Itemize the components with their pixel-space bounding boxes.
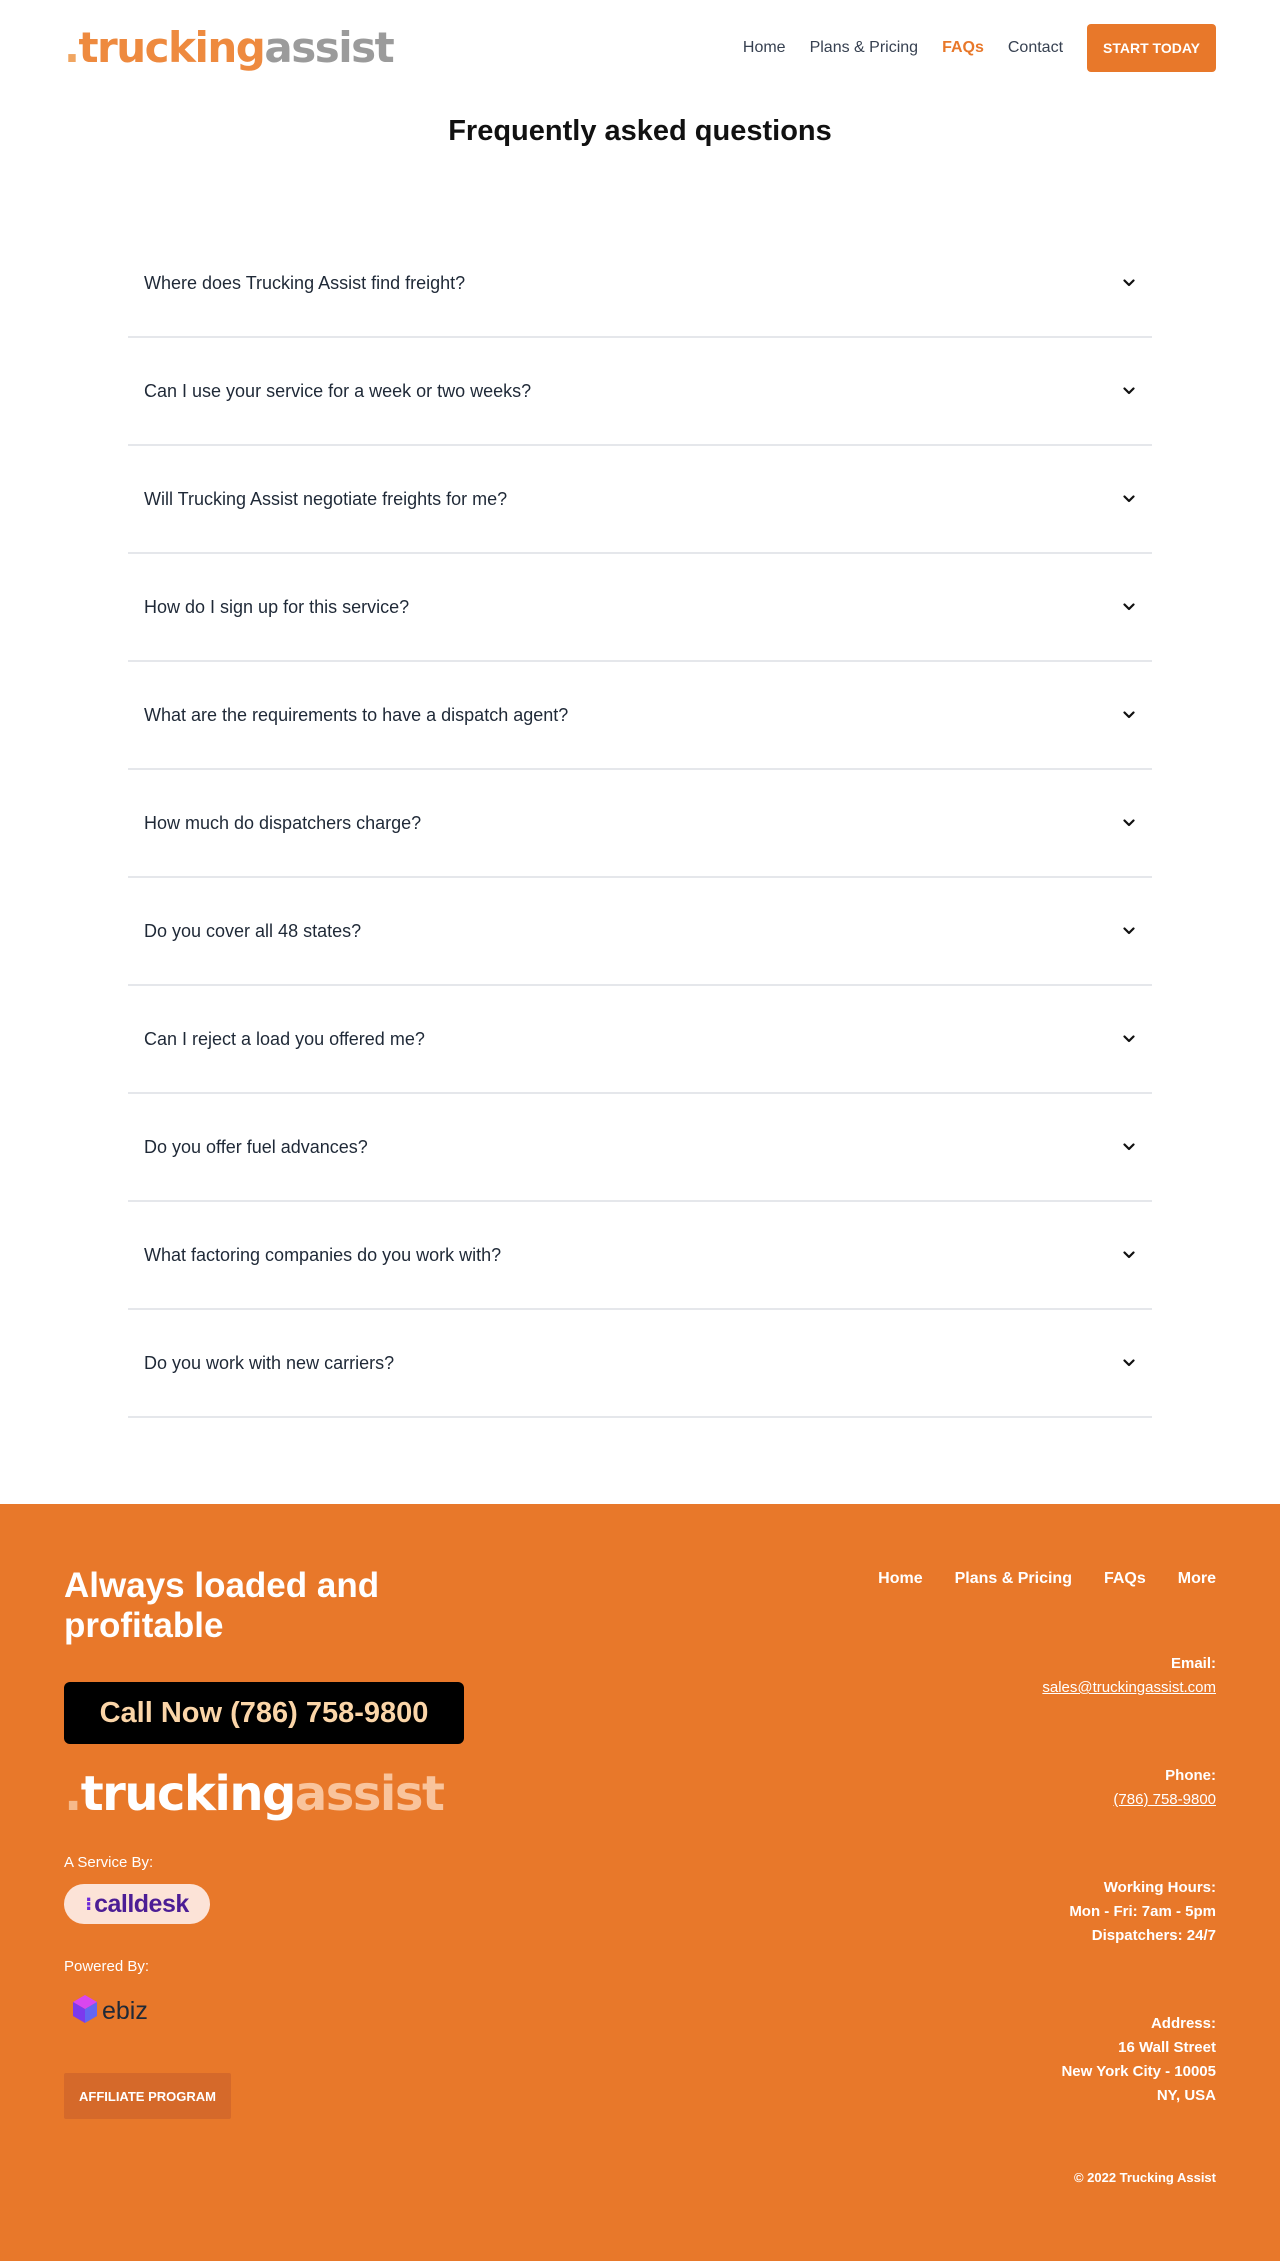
footer-nav-plans-pricing[interactable]: Plans & Pricing [955, 1570, 1072, 1588]
working-hours-dispatchers: Dispatchers: 24/7 [1091, 1927, 1216, 1944]
chevron-down-icon[interactable] [1122, 1140, 1136, 1154]
nav-home[interactable]: Home [743, 24, 786, 72]
phone-link[interactable]: (786) 758-9800 [1113, 1788, 1216, 1812]
logo-word-trucking: trucking [78, 23, 265, 72]
faq-question: Do you offer fuel advances? [144, 1136, 368, 1157]
ebiz-cube-icon [72, 1994, 98, 2029]
nav-contact[interactable]: Contact [1008, 24, 1063, 72]
faq-question: Do you cover all 48 states? [144, 920, 362, 941]
main-nav: Home Plans & Pricing FAQs Contact START … [719, 24, 1216, 72]
nav-plans-pricing[interactable]: Plans & Pricing [810, 24, 919, 72]
footer-nav-home[interactable]: Home [878, 1570, 922, 1588]
calldesk-logo[interactable]: ⁝ calldesk [64, 1884, 210, 1924]
affiliate-program-button[interactable]: AFFILIATE PROGRAM [64, 2073, 231, 2119]
call-now-button[interactable]: Call Now (786) 758-9800 [64, 1682, 464, 1744]
email-label: Email: [1170, 1655, 1216, 1672]
faq-item[interactable]: What factoring companies do you work wit… [128, 1202, 1152, 1310]
page-title: Frequently asked questions [448, 115, 832, 147]
faq-item[interactable]: How much do dispatchers charge? [128, 770, 1152, 878]
faq-item[interactable]: Do you offer fuel advances? [128, 1094, 1152, 1202]
site-footer: Always loaded and profitable Call Now (7… [0, 1504, 1280, 2261]
faq-section: Frequently asked questions Where does Tr… [0, 115, 1280, 1418]
footer-nav-faqs[interactable]: FAQs [1104, 1570, 1146, 1588]
working-hours-label: Working Hours: [1103, 1879, 1216, 1896]
ebiz-logo[interactable]: ebiz [72, 1994, 148, 2029]
footer-logo[interactable]: .truckingassist [64, 1764, 445, 1824]
calldesk-dots-icon: ⁝ [85, 1893, 93, 1914]
chevron-down-icon[interactable] [1122, 492, 1136, 506]
copyright: © 2022 Trucking Assist [1073, 2170, 1216, 2185]
footer-nav-more[interactable]: More [1178, 1570, 1216, 1588]
chevron-down-icon[interactable] [1122, 1032, 1136, 1046]
chevron-down-icon[interactable] [1122, 1356, 1136, 1370]
site-logo[interactable]: .truckingassist [64, 20, 395, 76]
footer-tagline: Always loaded and profitable [64, 1566, 380, 1645]
faq-question: What factoring companies do you work wit… [144, 1244, 502, 1265]
faq-item[interactable]: What are the requirements to have a disp… [128, 662, 1152, 770]
faq-question: Will Trucking Assist negotiate freights … [144, 488, 508, 509]
logo-word-assist: assist [264, 23, 394, 72]
faq-item[interactable]: Will Trucking Assist negotiate freights … [128, 446, 1152, 554]
address-label: Address: [1150, 2015, 1216, 2032]
chevron-down-icon[interactable] [1122, 276, 1136, 290]
footer-address-block: Address: 16 Wall Street New York City - … [1061, 2012, 1216, 2108]
faq-item[interactable]: Do you work with new carriers? [128, 1310, 1152, 1418]
footer-phone-block: Phone: (786) 758-9800 [1113, 1764, 1216, 1812]
chevron-down-icon[interactable] [1122, 708, 1136, 722]
faq-item[interactable]: Do you cover all 48 states? [128, 878, 1152, 986]
address-city: New York City - 10005 [1061, 2063, 1216, 2080]
chevron-down-icon[interactable] [1122, 924, 1136, 938]
faq-item[interactable]: Where does Trucking Assist find freight? [128, 230, 1152, 338]
faq-question: Do you work with new carriers? [144, 1352, 395, 1373]
footer-logo-word-trucking: trucking [80, 1766, 297, 1822]
address-street: 16 Wall Street [1118, 2039, 1216, 2056]
address-state: NY, USA [1156, 2087, 1216, 2104]
site-header: .truckingassist Home Plans & Pricing FAQ… [0, 0, 1280, 95]
start-today-button[interactable]: START TODAY [1087, 24, 1216, 72]
footer-logo-word-assist: assist [294, 1766, 445, 1822]
nav-faqs[interactable]: FAQs [942, 24, 984, 72]
chevron-down-icon[interactable] [1122, 1248, 1136, 1262]
footer-nav: Home Plans & Pricing FAQs More [846, 1570, 1216, 1588]
powered-by-label: Powered By: [64, 1958, 150, 1975]
ebiz-wordmark: ebiz [102, 1997, 148, 2025]
logo-dot: . [64, 23, 80, 72]
calldesk-wordmark: calldesk [94, 1889, 189, 1918]
faq-question: What are the requirements to have a disp… [144, 704, 569, 725]
service-by-label: A Service By: [64, 1854, 154, 1871]
chevron-down-icon[interactable] [1122, 600, 1136, 614]
faq-list: Where does Trucking Assist find freight?… [128, 230, 1152, 1418]
faq-question: Can I use your service for a week or two… [144, 380, 532, 401]
faq-question: How do I sign up for this service? [144, 596, 410, 617]
footer-logo-dot: . [64, 1766, 82, 1822]
chevron-down-icon[interactable] [1122, 816, 1136, 830]
faq-question: Where does Trucking Assist find freight? [144, 272, 466, 293]
footer-email-block: Email: sales@truckingassist.com [1042, 1652, 1216, 1700]
faq-question: Can I reject a load you offered me? [144, 1028, 425, 1049]
faq-item[interactable]: Can I reject a load you offered me? [128, 986, 1152, 1094]
footer-hours-block: Working Hours: Mon - Fri: 7am - 5pm Disp… [1069, 1876, 1216, 1948]
faq-item[interactable]: How do I sign up for this service? [128, 554, 1152, 662]
email-link[interactable]: sales@truckingassist.com [1042, 1676, 1216, 1700]
chevron-down-icon[interactable] [1122, 384, 1136, 398]
working-hours-weekdays: Mon - Fri: 7am - 5pm [1069, 1903, 1216, 1920]
faq-item[interactable]: Can I use your service for a week or two… [128, 338, 1152, 446]
faq-question: How much do dispatchers charge? [144, 812, 422, 833]
phone-label: Phone: [1165, 1767, 1216, 1784]
